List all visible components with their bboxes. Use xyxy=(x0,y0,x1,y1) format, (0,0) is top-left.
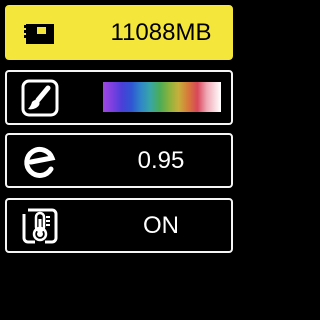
emissivity-value: 0.95 xyxy=(137,147,185,174)
emissivity-row[interactable]: 0.95 xyxy=(5,133,233,188)
paint-brush-icon xyxy=(21,79,59,117)
storage-row[interactable]: 11088MB xyxy=(5,5,233,60)
temperature-value: ON xyxy=(143,212,179,239)
sd-card-icon xyxy=(21,14,59,52)
storage-value: 11088MB xyxy=(110,19,212,46)
temperature-row[interactable]: ON xyxy=(5,198,233,253)
thermometer-icon xyxy=(21,207,59,245)
palette-row[interactable] xyxy=(5,70,233,125)
palette-gradient-swatch xyxy=(103,82,221,112)
emissivity-icon xyxy=(21,142,59,180)
